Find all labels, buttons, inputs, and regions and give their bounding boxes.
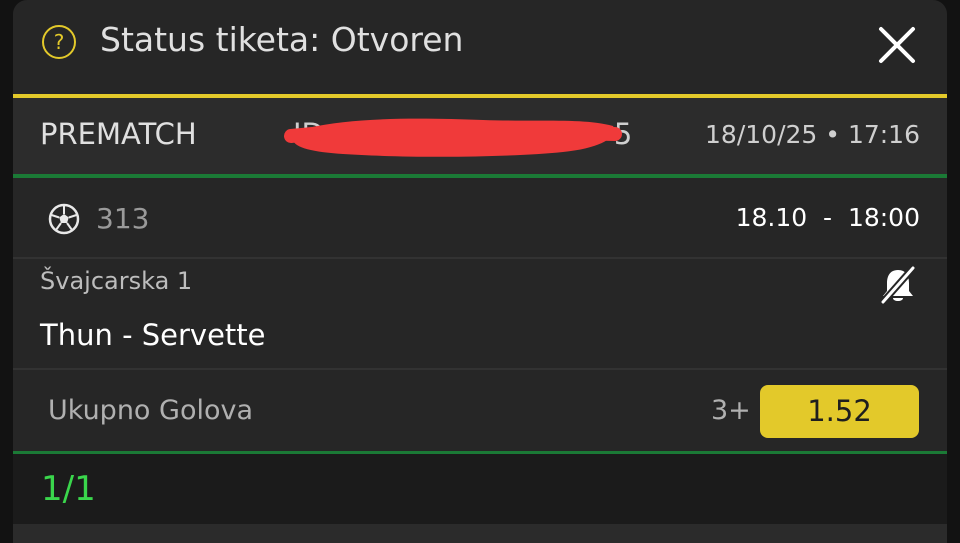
redaction-scribble: [284, 118, 622, 157]
bet-count: 1/1: [41, 469, 96, 509]
ticket-info-row: PREMATCH ID5 18/10/25 • 17:16: [13, 98, 947, 174]
row-divider: [13, 368, 947, 370]
soccer-ball-icon: [48, 203, 80, 235]
help-circle-icon[interactable]: ?: [42, 25, 76, 59]
close-icon[interactable]: [878, 26, 916, 64]
ticket-date: 18/10/25 • 17:16: [705, 120, 920, 149]
event-row: 313 18.10 - 18:00: [13, 178, 947, 258]
event-code: 313: [96, 202, 150, 235]
ticket-status-sheet: ? Status tiketa: Otvoren PREMATCH ID5 18…: [13, 0, 947, 543]
bet-outcome: 3+: [711, 395, 751, 426]
sheet-header: ? Status tiketa: Otvoren: [13, 0, 947, 94]
bet-market: Ukupno Golova: [48, 395, 254, 426]
league-name: Švajcarska 1: [40, 267, 193, 295]
ticket-footer: 1/1: [13, 454, 947, 524]
odds-badge[interactable]: 1.52: [760, 385, 919, 438]
bell-off-icon[interactable]: [877, 265, 919, 305]
ticket-type: PREMATCH: [40, 117, 197, 151]
bottom-strip: [13, 524, 947, 543]
sheet-title: Status tiketa: Otvoren: [100, 20, 464, 59]
row-divider: [13, 257, 947, 259]
event-time: 18.10 - 18:00: [735, 203, 920, 232]
match-name: Thun - Servette: [40, 318, 266, 352]
